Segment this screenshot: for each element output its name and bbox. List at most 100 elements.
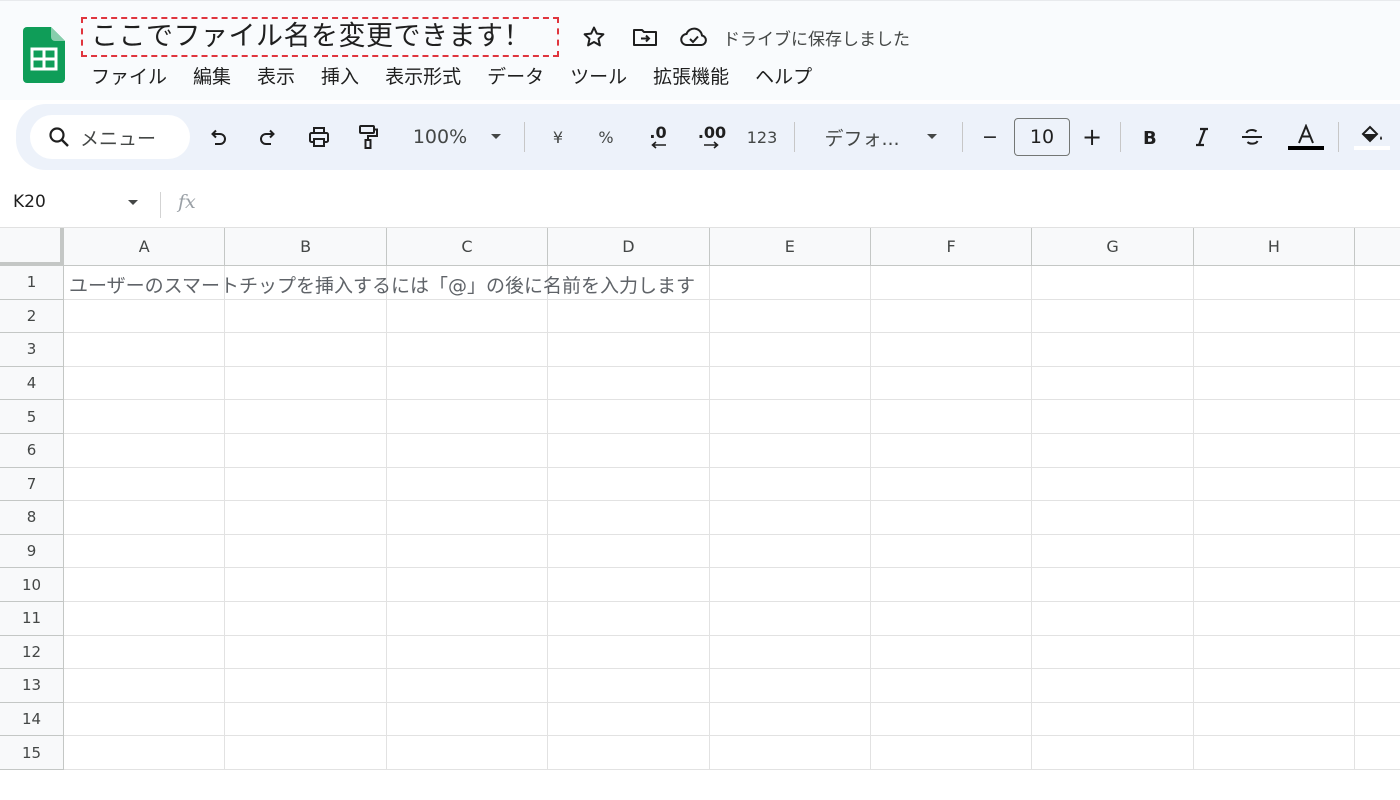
name-box[interactable]: K20 [13, 192, 46, 212]
row-header[interactable]: 6 [0, 433, 64, 468]
grid-cell[interactable] [1355, 501, 1400, 535]
chevron-down-icon[interactable] [486, 121, 506, 153]
column-header-c[interactable]: C [386, 228, 549, 266]
row-header[interactable]: 5 [0, 400, 64, 434]
fill-color-icon[interactable] [1354, 121, 1390, 153]
grid-cell[interactable] [1355, 333, 1400, 367]
grid-cell[interactable] [1193, 400, 1356, 434]
grid-cell[interactable] [1193, 635, 1356, 670]
grid-cell[interactable] [64, 534, 226, 569]
grid-cell[interactable] [1032, 366, 1194, 401]
row-header[interactable]: 15 [0, 736, 64, 770]
grid-cell[interactable] [1193, 366, 1356, 401]
grid-cell[interactable] [1032, 534, 1194, 569]
grid-cell[interactable] [870, 534, 1033, 569]
menu-format[interactable]: 表示形式 [372, 61, 474, 93]
grid-cell[interactable] [64, 433, 226, 468]
grid-cell[interactable] [1355, 703, 1400, 737]
grid-cell[interactable] [1032, 635, 1194, 670]
grid-cell[interactable] [225, 501, 387, 535]
grid-cell[interactable] [1355, 266, 1400, 300]
paint-format-icon[interactable] [354, 121, 382, 153]
grid-cell[interactable] [64, 400, 226, 434]
grid-cell[interactable] [1355, 434, 1400, 468]
grid-cell[interactable] [548, 702, 710, 737]
grid-cell[interactable] [709, 702, 871, 737]
chevron-down-icon[interactable] [126, 198, 140, 208]
grid-cell[interactable] [709, 601, 871, 636]
number-format-button[interactable]: 123 [744, 121, 780, 153]
grid-cell[interactable] [1355, 736, 1400, 770]
grid-cell[interactable] [386, 501, 549, 535]
grid-cell[interactable] [870, 266, 1033, 300]
grid-cell[interactable] [548, 299, 710, 334]
grid-cell[interactable] [870, 299, 1033, 334]
bold-icon[interactable]: B [1136, 121, 1164, 153]
menu-help[interactable]: ヘルプ [742, 61, 825, 93]
grid-cell[interactable] [225, 568, 387, 602]
grid-cell[interactable] [1032, 400, 1194, 434]
grid-cell[interactable] [64, 501, 226, 535]
grid-cell[interactable] [548, 366, 710, 401]
grid-cell[interactable] [1355, 468, 1400, 502]
grid-cell[interactable] [548, 467, 710, 502]
save-status-text[interactable]: ドライブに保存しました [723, 25, 910, 50]
grid-cell[interactable] [64, 601, 226, 636]
grid-cell[interactable] [386, 467, 549, 502]
grid-cell[interactable] [1193, 669, 1356, 703]
menu-extensions[interactable]: 拡張機能 [640, 61, 742, 93]
grid-cell[interactable] [1193, 702, 1356, 737]
grid-cell[interactable] [64, 366, 226, 401]
grid-cell[interactable] [709, 501, 871, 535]
grid-cell[interactable] [548, 669, 710, 703]
cell-area[interactable]: ユーザーのスマートチップを挿入するには「@」の後に名前を入力します [64, 266, 1400, 800]
grid-cell[interactable] [1032, 467, 1194, 502]
column-header-g[interactable]: G [1032, 228, 1194, 266]
increase-decimal-button[interactable]: .00 [694, 121, 730, 153]
row-header[interactable]: 2 [0, 299, 64, 334]
row-header[interactable]: 11 [0, 601, 64, 636]
grid-cell[interactable] [548, 601, 710, 636]
grid-cell[interactable] [870, 501, 1033, 535]
undo-icon[interactable] [204, 121, 232, 153]
grid-cell[interactable] [1032, 501, 1194, 535]
grid-cell[interactable] [386, 433, 549, 468]
grid-cell[interactable] [548, 635, 710, 670]
grid-cell[interactable] [1032, 702, 1194, 737]
column-header-b[interactable]: B [225, 228, 387, 266]
grid-cell[interactable] [548, 433, 710, 468]
grid-cell[interactable] [548, 501, 710, 535]
row-header[interactable]: 1 [0, 266, 64, 300]
grid-cell[interactable] [870, 366, 1033, 401]
grid-cell[interactable] [548, 736, 710, 770]
grid-cell[interactable] [709, 736, 871, 770]
cloud-check-icon[interactable] [680, 23, 708, 51]
grid-cell[interactable] [386, 333, 549, 367]
row-header[interactable]: 12 [0, 635, 64, 670]
grid-cell[interactable] [386, 568, 549, 602]
grid-cell[interactable] [1355, 568, 1400, 602]
column-header-h[interactable]: H [1193, 228, 1356, 266]
grid-cell[interactable] [1032, 266, 1194, 300]
chevron-down-icon[interactable] [922, 121, 942, 153]
increase-font-size-button[interactable]: + [1080, 121, 1104, 153]
grid-cell[interactable] [870, 702, 1033, 737]
grid-cell[interactable] [870, 669, 1033, 703]
grid-cell[interactable] [1355, 400, 1400, 434]
decrease-decimal-button[interactable]: .0 [642, 121, 674, 153]
grid-cell[interactable] [1193, 266, 1356, 300]
grid-cell[interactable] [225, 400, 387, 434]
grid-cell[interactable] [1355, 367, 1400, 401]
column-header-d[interactable]: D [548, 228, 710, 266]
grid-cell[interactable] [1355, 669, 1400, 703]
column-header-f[interactable]: F [870, 228, 1033, 266]
grid-cell[interactable] [709, 669, 871, 703]
grid-cell[interactable] [225, 601, 387, 636]
grid-cell[interactable] [1032, 601, 1194, 636]
grid-cell[interactable] [1355, 602, 1400, 636]
italic-icon[interactable] [1188, 121, 1216, 153]
row-header[interactable]: 9 [0, 534, 64, 569]
grid-cell[interactable] [225, 534, 387, 569]
column-header-partial[interactable] [1355, 228, 1400, 266]
grid-cell[interactable] [1032, 333, 1194, 367]
